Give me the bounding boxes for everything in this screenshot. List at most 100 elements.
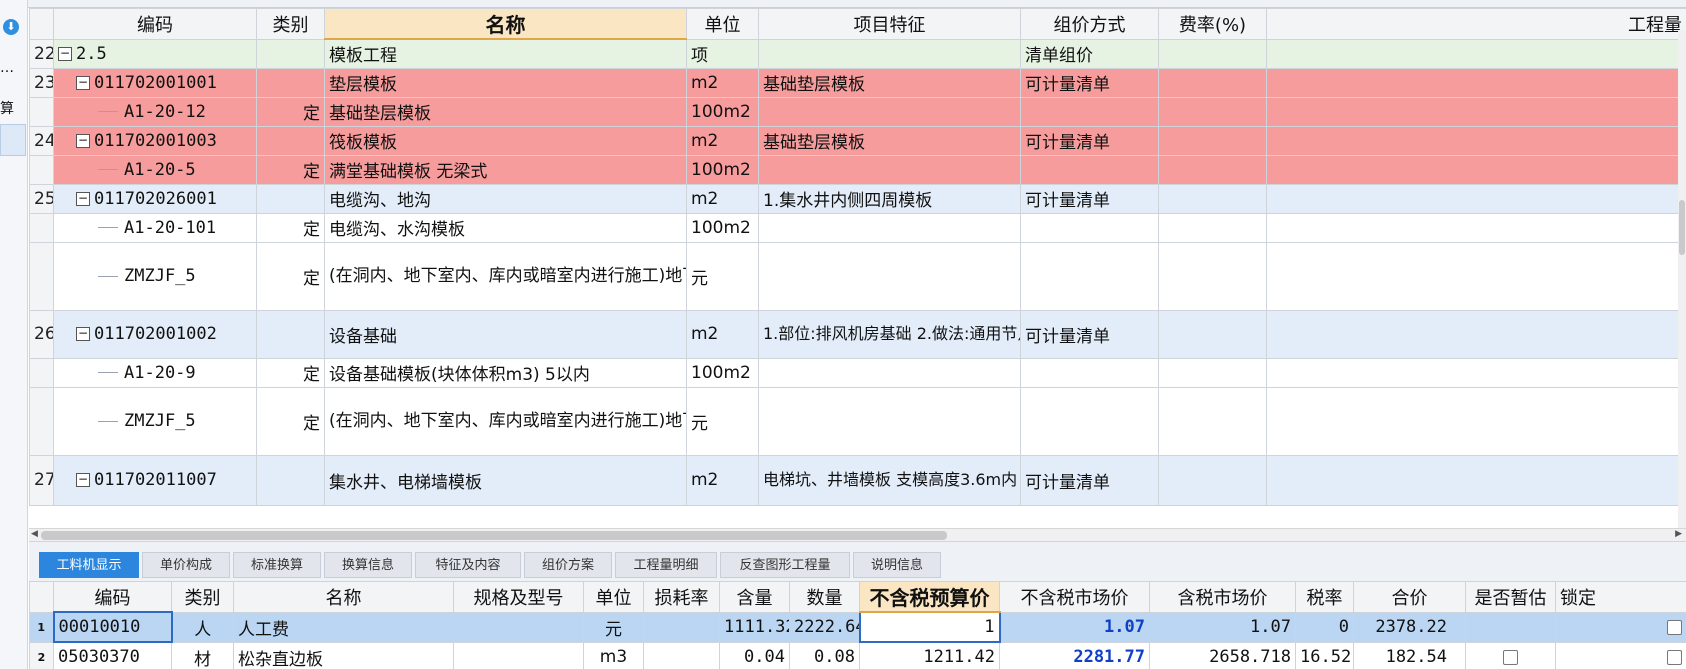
header-unit[interactable]: 单位 [583,581,644,613]
table-row[interactable]: ZMZJF_5 定 (在洞内、地下室内、库内或暗室内进行施工)地下室内模板拆除按… [29,241,1686,311]
header-rate[interactable]: 费率(%) [1158,8,1267,40]
cell-qty[interactable]: 0.08 [789,641,860,669]
table-row[interactable]: 27 −011702011007 集水井、电梯墙模板 m2 电梯坑、井墙模板 支… [29,454,1686,506]
cell-unit[interactable]: 元 [686,386,759,456]
cell-unit[interactable]: m2 [686,67,759,98]
collapse-icon[interactable]: − [76,133,90,148]
cell-code[interactable]: ZMZJF_5 [53,241,257,311]
cell-code[interactable]: 00010010 [52,611,173,643]
cell-type[interactable]: 定 [256,154,325,185]
cell-unit[interactable]: m2 [686,309,759,359]
collapse-icon[interactable]: − [58,46,72,61]
tab-standard-conversion[interactable]: 标准换算 [233,552,321,578]
collapse-icon[interactable]: − [76,327,90,341]
table-row[interactable]: 1 00010010 人 人工费 元 1111.32 2222.64 1 1.0… [29,611,1686,643]
tab-conversion-info[interactable]: 换算信息 [324,552,412,578]
budget-price-input[interactable]: 1 [858,611,1001,643]
cell-rate[interactable] [1158,241,1267,311]
header-code[interactable]: 编码 [53,581,172,613]
table-row[interactable]: 26 −011702001002 设备基础 m2 1.部位:排风机房基础 2.做… [29,309,1686,359]
cell-name[interactable]: 模板工程 [324,38,687,69]
tab-quantity-detail[interactable]: 工程量明细 [615,552,717,578]
cell-type[interactable] [256,454,325,506]
cell-qty[interactable] [1266,357,1686,388]
cell-content[interactable]: 0.04 [719,641,790,669]
table-row[interactable]: 23 −011702001001 垫层模板 m2 基础垫层模板 可计量清单 [29,67,1686,98]
cell-rate[interactable] [1158,154,1267,185]
cell-market-price-tax[interactable]: 2658.718 [1149,641,1296,669]
cell-feature[interactable] [758,38,1021,69]
cell-market-price[interactable]: 2281.77 [999,641,1150,669]
cell-code[interactable]: 05030370 [53,641,172,669]
header-unit[interactable]: 单位 [686,8,759,40]
header-method[interactable]: 组价方式 [1020,8,1159,40]
cell-tax-rate[interactable]: 0 [1295,611,1354,643]
cell-feature[interactable]: 基础垫层模板 [758,67,1021,98]
cell-method[interactable] [1020,96,1159,127]
cell-unit[interactable]: 元 [583,611,644,643]
cell-rate[interactable] [1158,386,1267,456]
cell-name[interactable]: 设备基础模板(块体体积m3) 5以内 [324,357,687,388]
cell-unit[interactable]: m2 [686,125,759,156]
cell-name[interactable]: 基础垫层模板 [324,96,687,127]
cell-qty[interactable] [1266,67,1686,98]
cell-total[interactable]: 2378.22 [1353,611,1466,643]
collapse-icon[interactable]: − [76,191,90,206]
cell-code[interactable]: −011702001003 [53,125,257,156]
temp-checkbox[interactable] [1503,649,1518,665]
cell-type[interactable] [256,309,325,359]
cell-feature[interactable] [758,241,1021,311]
header-loss[interactable]: 损耗率 [643,581,720,613]
cell-type[interactable] [256,183,325,214]
download-icon[interactable]: ⬇ [3,19,19,35]
table-row[interactable]: ZMZJF_5 定 (在洞内、地下室内、库内或暗室内进行施工)地下室内模板拆除按… [29,386,1686,456]
cell-method[interactable]: 清单组价 [1020,38,1159,69]
cell-qty[interactable] [1266,183,1686,214]
side-selected-item[interactable] [0,124,26,156]
cell-total[interactable]: 182.54 [1353,641,1466,669]
cell-name[interactable]: 人工费 [233,611,454,643]
cell-method[interactable] [1020,154,1159,185]
cell-name[interactable]: 满堂基础模板 无梁式 [324,154,687,185]
cell-name[interactable]: 设备基础 [324,309,687,359]
lock-checkbox[interactable] [1667,649,1682,665]
cell-type[interactable] [256,38,325,69]
cell-temp[interactable] [1465,611,1556,643]
cell-name[interactable]: 筏板模板 [324,125,687,156]
cell-tax-rate[interactable]: 16.52 [1295,641,1354,669]
cell-name[interactable]: (在洞内、地下室内、库内或暗室内进行施工)地下室内模板拆除按该模板子目中人工费2… [324,241,687,311]
cell-lock[interactable] [1555,641,1686,669]
cell-budget-price[interactable]: 1211.42 [859,641,1000,669]
header-temp[interactable]: 是否暂估 [1465,581,1556,613]
cell-qty[interactable] [1266,125,1686,156]
cell-method[interactable]: 可计量清单 [1020,183,1159,214]
cell-code[interactable]: A1-20-101 [53,212,257,243]
scroll-left-icon[interactable]: ◀ [31,529,38,539]
cell-feature[interactable]: 1.部位:排风机房基础 2.做法:通用节点图NT04-6 [758,309,1021,359]
cell-code[interactable]: ZMZJF_5 [53,386,257,456]
header-lock[interactable]: 锁定 [1555,581,1686,613]
cell-feature[interactable]: 基础垫层模板 [758,125,1021,156]
cell-method[interactable] [1020,212,1159,243]
table-row[interactable]: 24 −011702001003 筏板模板 m2 基础垫层模板 可计量清单 [29,125,1686,156]
table-row[interactable]: A1-20-5 定 满堂基础模板 无梁式 100m2 [29,154,1686,185]
header-content[interactable]: 含量 [719,581,790,613]
cell-method[interactable]: 可计量清单 [1020,454,1159,506]
table-row[interactable]: 22 −2.5 模板工程 项 清单组价 [29,38,1686,69]
cell-unit[interactable]: 100m2 [686,212,759,243]
cell-temp[interactable] [1465,641,1556,669]
cell-content[interactable]: 1111.32 [719,611,790,643]
header-code[interactable]: 编码 [53,8,257,40]
cell-unit[interactable]: m2 [686,454,759,506]
cell-name[interactable]: 电缆沟、水沟模板 [324,212,687,243]
cell-name[interactable]: 电缆沟、地沟 [324,183,687,214]
cell-rate[interactable] [1158,183,1267,214]
cell-qty[interactable] [1266,212,1686,243]
cell-qty[interactable] [1266,309,1686,359]
cell-loss[interactable] [643,641,720,669]
cell-type[interactable]: 定 [256,386,325,456]
tab-unit-price[interactable]: 单价构成 [142,552,230,578]
tab-labor-material[interactable]: 工料机显示 [39,552,139,578]
cell-type[interactable]: 定 [256,357,325,388]
cell-lock[interactable] [1555,611,1686,643]
